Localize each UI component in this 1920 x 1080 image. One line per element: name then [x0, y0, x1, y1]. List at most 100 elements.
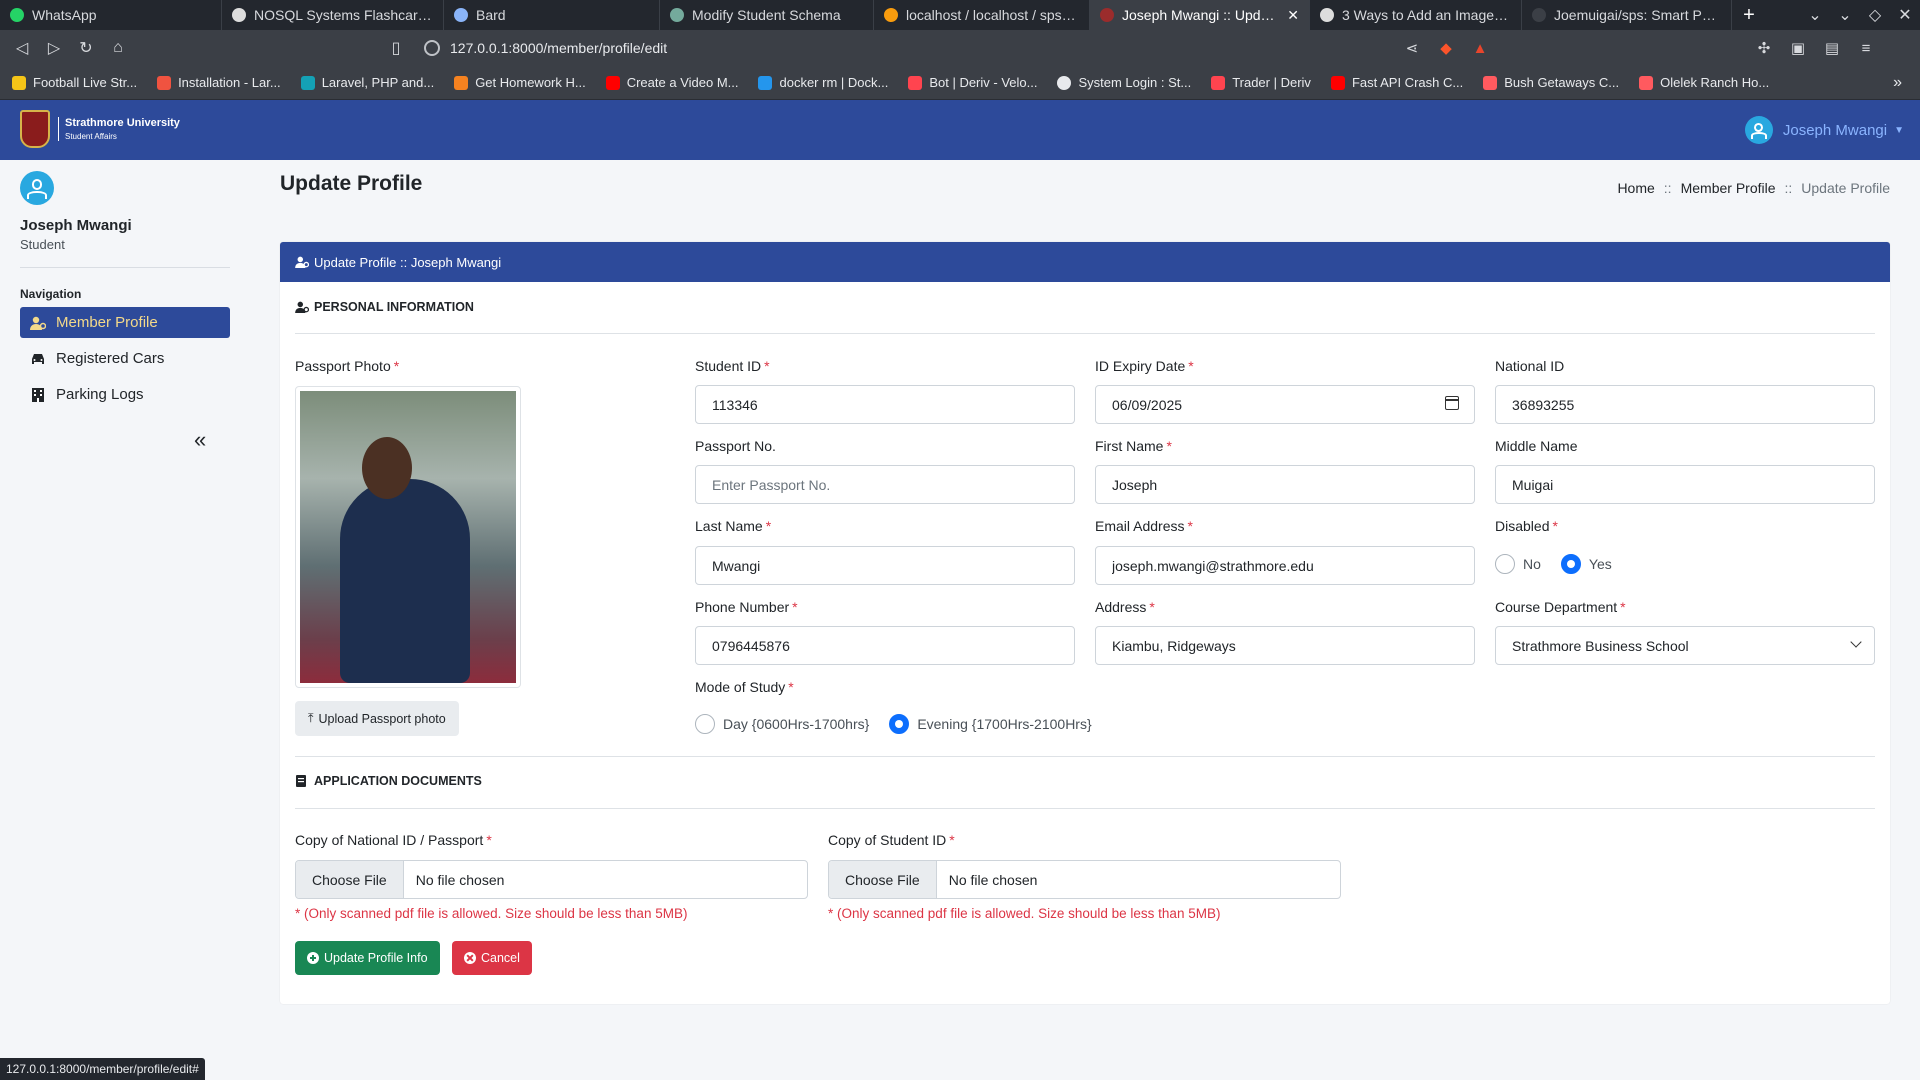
tab-search-chevron-icon[interactable]: ⌄ [1800, 5, 1830, 25]
home-icon[interactable]: ⌂ [102, 39, 134, 57]
passport-no-input[interactable] [695, 465, 1075, 504]
times-circle-icon [464, 952, 476, 964]
bookmark-item[interactable]: Get Homework H... [454, 75, 586, 90]
deriv-icon [1211, 75, 1226, 90]
calendar-icon[interactable] [1445, 396, 1459, 410]
browser-tab-flashcards[interactable]: NOSQL Systems Flashcards | Q [222, 0, 444, 30]
middle-name-input[interactable] [1495, 465, 1875, 504]
disabled-yes-label[interactable]: Yes [1589, 556, 1612, 572]
sidebar-toggle-icon[interactable]: ▣ [1781, 39, 1815, 57]
disabled-yes-radio[interactable] [1560, 554, 1581, 574]
logo-subtitle: Student Affairs [65, 132, 117, 141]
bookmark-item[interactable]: Laravel, PHP and... [300, 75, 434, 90]
breadcrumb-member-profile[interactable]: Member Profile [1681, 180, 1776, 196]
address-bar[interactable]: 127.0.0.1:8000/member/profile/edit [410, 34, 1530, 62]
bookmark-item[interactable]: Create a Video M... [605, 75, 738, 90]
breadcrumb-home[interactable]: Home [1617, 180, 1654, 196]
brave-shield-icon[interactable]: ◆ [1429, 39, 1463, 57]
disabled-no-label[interactable]: No [1523, 556, 1541, 572]
browser-tab-github-sps[interactable]: Joemuigai/sps: Smart Parking [1522, 0, 1732, 30]
browser-status-bar: 127.0.0.1:8000/member/profile/edit# [0, 1058, 205, 1080]
building-icon [30, 387, 46, 402]
minimize-icon[interactable]: ⌄ [1830, 5, 1860, 25]
last-name-label: Last Name * [695, 518, 772, 534]
bookmark-item[interactable]: Football Live Str... [12, 75, 137, 90]
mode-day-radio[interactable] [695, 714, 715, 734]
globe-icon [232, 8, 246, 22]
passport-no-label: Passport No. [695, 438, 776, 454]
browser-tab-whatsapp[interactable]: WhatsApp [0, 0, 222, 30]
id-expiry-date-label: ID Expiry Date * [1095, 358, 1194, 374]
bookmark-item[interactable]: System Login : St... [1057, 75, 1191, 90]
address-input[interactable] [1095, 626, 1475, 665]
bookmark-item[interactable]: docker rm | Dock... [758, 75, 888, 90]
brave-rewards-icon[interactable]: ▲ [1463, 40, 1497, 57]
bookmark-item[interactable]: Installation - Lar... [157, 75, 281, 90]
bookmark-item[interactable]: Bush Getaways C... [1483, 75, 1619, 90]
share-icon[interactable]: ⋖ [1395, 39, 1429, 57]
more-bookmarks-icon[interactable]: » [1893, 74, 1902, 92]
national-id-input[interactable] [1495, 385, 1875, 424]
mode-day-label[interactable]: Day {0600Hrs-1700hrs} [723, 716, 869, 732]
wallet-icon[interactable]: ▤ [1815, 39, 1849, 57]
section-divider [295, 808, 1875, 809]
last-name-input[interactable] [695, 546, 1075, 585]
browser-tab-chatgpt[interactable]: Modify Student Schema [660, 0, 874, 30]
sidebar-item-parking-logs[interactable]: Parking Logs [20, 379, 230, 410]
sidebar-item-label: Registered Cars [56, 350, 165, 367]
student-id-input[interactable] [695, 385, 1075, 424]
id-expiry-date-input[interactable] [1095, 385, 1475, 424]
university-logo[interactable]: Strathmore University Student Affairs [20, 110, 180, 148]
sidebar-item-registered-cars[interactable]: Registered Cars [20, 343, 230, 374]
restore-icon[interactable]: ◇ [1860, 5, 1890, 25]
cancel-button[interactable]: Cancel [452, 941, 532, 975]
new-tab-plus-icon[interactable]: + [1732, 4, 1766, 27]
update-profile-card: Update Profile :: Joseph Mwangi PERSONAL… [280, 242, 1890, 1004]
browser-tab-phpmyadmin[interactable]: localhost / localhost / sps / stu [874, 0, 1090, 30]
user-menu-dropdown[interactable]: Joseph Mwangi ▼ [1744, 116, 1904, 144]
address-label: Address * [1095, 599, 1155, 615]
sidebar: Joseph Mwangi Student Navigation Member … [0, 160, 240, 1080]
close-window-icon[interactable]: ✕ [1890, 5, 1920, 25]
menu-icon[interactable]: ≡ [1849, 40, 1883, 57]
bookmark-item[interactable]: Fast API Crash C... [1330, 75, 1463, 90]
phone-number-input[interactable] [695, 626, 1075, 665]
disabled-radio-group: No Yes [1495, 554, 1632, 574]
choose-file-button[interactable]: Choose File [296, 861, 404, 898]
national-id-label: National ID [1495, 358, 1565, 374]
browser-tab-git-image[interactable]: 3 Ways to Add an Image to Git [1310, 0, 1522, 30]
file-hint-text: * (Only scanned pdf file is allowed. Siz… [295, 906, 688, 921]
airbnb-icon [1639, 75, 1654, 90]
close-tab-icon[interactable]: ✕ [1287, 7, 1299, 24]
browser-tab-bard[interactable]: Bard [444, 0, 660, 30]
chatgpt-icon [670, 8, 684, 22]
id-expiry-date-field[interactable] [1095, 385, 1475, 424]
first-name-input[interactable] [1095, 465, 1475, 504]
passport-photo-frame [295, 386, 521, 688]
mode-evening-label[interactable]: Evening {1700Hrs-2100Hrs} [917, 716, 1091, 732]
back-icon[interactable]: ◁ [6, 38, 38, 58]
mode-evening-radio[interactable] [889, 714, 910, 734]
forward-icon[interactable]: ▷ [38, 38, 70, 58]
bookmark-item[interactable]: Bot | Deriv - Velo... [908, 75, 1037, 90]
sidebar-item-member-profile[interactable]: Member Profile [20, 307, 230, 338]
course-department-select[interactable]: Strathmore Business School [1495, 626, 1875, 665]
person-silhouette [340, 479, 470, 683]
site-info-icon[interactable] [424, 40, 440, 56]
extensions-icon[interactable]: ✣ [1747, 39, 1781, 57]
bookmark-item[interactable]: Trader | Deriv [1211, 75, 1311, 90]
national-id-copy-file-input[interactable]: Choose File No file chosen [295, 860, 808, 899]
student-id-copy-file-input[interactable]: Choose File No file chosen [828, 860, 1341, 899]
bookmark-item[interactable]: Olelek Ranch Ho... [1639, 75, 1769, 90]
youtube-icon [605, 75, 620, 90]
disabled-no-radio[interactable] [1495, 554, 1515, 574]
bookmark-icon[interactable]: ▯ [380, 38, 412, 58]
reload-icon[interactable]: ↻ [70, 38, 102, 58]
browser-tab-update-profile[interactable]: Joseph Mwangi :: Update P ✕ [1090, 0, 1310, 30]
update-profile-button[interactable]: Update Profile Info [295, 941, 440, 975]
upload-passport-photo-button[interactable]: ⤒ Upload Passport photo [295, 701, 459, 736]
collapse-sidebar-icon[interactable]: « [194, 427, 206, 453]
youtube-icon [1330, 75, 1345, 90]
email-field[interactable] [1095, 546, 1475, 585]
choose-file-button[interactable]: Choose File [829, 861, 937, 898]
